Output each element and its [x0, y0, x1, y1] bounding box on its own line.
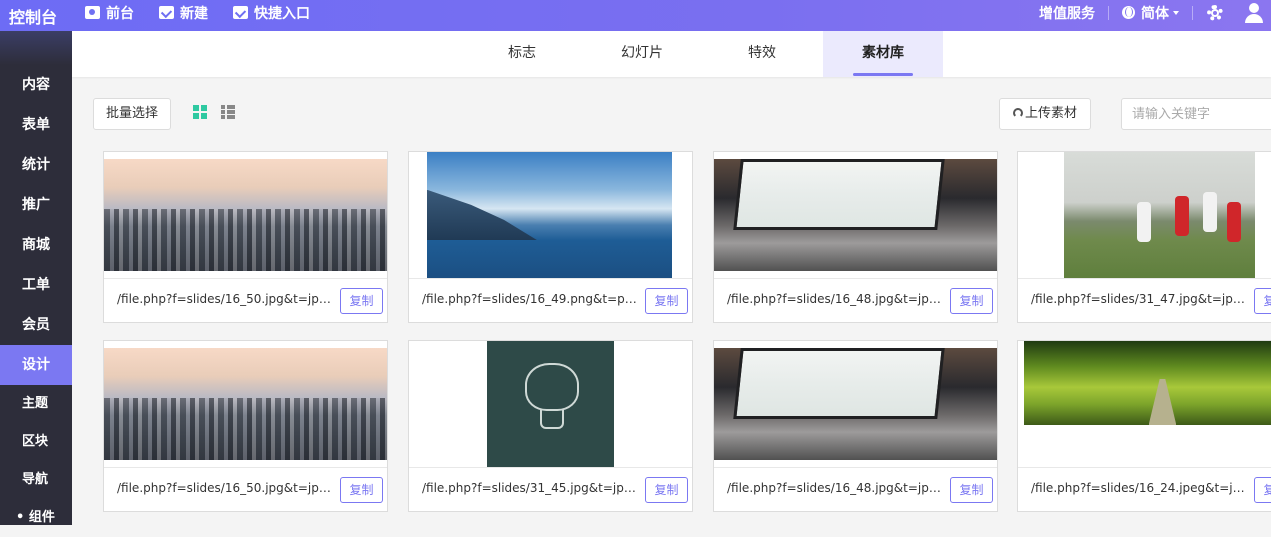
- divider: [104, 467, 387, 468]
- media-thumbnail: [409, 152, 692, 278]
- tab-bar: 标志 幻灯片 特效 素材库: [72, 31, 1271, 77]
- globe-icon: [1122, 6, 1135, 19]
- media-card: /file.php?f=slides/16_50.jpg&t=jpg... 复制: [103, 151, 388, 323]
- top-bar: 控制台 前台 新建 快捷入口 增值服务 简体: [0, 0, 1271, 31]
- sidebar-item-content[interactable]: 内容: [0, 65, 72, 105]
- copy-button[interactable]: 复制: [340, 288, 383, 314]
- check-square-icon: [233, 6, 248, 19]
- media-path: /file.php?f=slides/31_45.jpg&t=jpg...: [422, 481, 637, 495]
- media-card: /file.php?f=slides/16_48.jpg&t=jpg... 复制: [713, 340, 998, 512]
- sidebar-item-shop[interactable]: 商城: [0, 225, 72, 265]
- sidebar-skyline-decoration: [0, 31, 72, 65]
- frontend-label: 前台: [106, 5, 134, 22]
- grid-view-icon[interactable]: [193, 105, 207, 119]
- copy-button[interactable]: 复制: [340, 477, 383, 503]
- media-thumbnail: [104, 152, 387, 278]
- soccer-players-image[interactable]: [1064, 152, 1255, 278]
- batch-select-button[interactable]: 批量选择: [93, 98, 171, 130]
- sidebar-item-tickets[interactable]: 工单: [0, 265, 72, 305]
- sidebar-nav: 内容 表单 统计 推广 商城 工单 会员 设计 主题 区块 导航 • 组件: [0, 65, 72, 537]
- brain-bulb-image[interactable]: [487, 341, 614, 467]
- copy-button[interactable]: 复制: [645, 288, 688, 314]
- lake-castle-image[interactable]: [427, 152, 672, 278]
- media-thumbnail: [714, 341, 997, 467]
- divider: [104, 278, 387, 279]
- frontend-link[interactable]: 前台: [85, 0, 134, 25]
- laptop-dashboard-image[interactable]: [714, 159, 997, 271]
- media-card: /file.php?f=slides/16_24.jpeg&t=jp... 复制: [1017, 340, 1271, 512]
- city-skyline-image[interactable]: [104, 159, 387, 271]
- tab-logo[interactable]: 标志: [462, 31, 582, 77]
- eye-icon: [85, 6, 100, 19]
- media-card: /file.php?f=slides/31_45.jpg&t=jpg... 复制: [408, 340, 693, 512]
- media-card: /file.php?f=slides/16_50.jpg&t=jpg... 复制: [103, 340, 388, 512]
- sidebar-subitem-theme[interactable]: 主题: [0, 385, 72, 423]
- copy-button[interactable]: 复制: [950, 477, 993, 503]
- sidebar: 内容 表单 统计 推广 商城 工单 会员 设计 主题 区块 导航 • 组件: [0, 31, 72, 525]
- new-label: 新建: [180, 5, 208, 22]
- upload-label: 上传素材: [1024, 106, 1077, 121]
- user-icon[interactable]: [1244, 2, 1264, 23]
- shortcut-label: 快捷入口: [254, 5, 310, 22]
- sidebar-item-stats[interactable]: 统计: [0, 145, 72, 185]
- media-path: /file.php?f=slides/31_47.jpg&t=jpg...: [1031, 292, 1246, 306]
- sidebar-subitem-navigation[interactable]: 导航: [0, 461, 72, 499]
- media-thumbnail: [409, 341, 692, 467]
- media-thumbnail: [714, 152, 997, 278]
- media-card: /file.php?f=slides/16_48.jpg&t=jpg... 复制: [713, 151, 998, 323]
- sidebar-subitem-components[interactable]: • 组件: [0, 499, 72, 537]
- divider: [1108, 5, 1109, 20]
- sidebar-item-promotion[interactable]: 推广: [0, 185, 72, 225]
- copy-button[interactable]: 复制: [1254, 477, 1271, 503]
- upload-button[interactable]: 上传素材: [999, 98, 1091, 130]
- language-selector[interactable]: 简体: [1141, 3, 1169, 23]
- sidebar-item-forms[interactable]: 表单: [0, 105, 72, 145]
- list-view-icon[interactable]: [221, 105, 235, 119]
- divider: [714, 467, 997, 468]
- media-path: /file.php?f=slides/16_49.png&t=pn...: [422, 292, 637, 306]
- copy-button[interactable]: 复制: [1254, 288, 1271, 314]
- tree-tunnel-image[interactable]: [1024, 341, 1271, 425]
- search-input[interactable]: [1121, 98, 1271, 130]
- tab-slides[interactable]: 幻灯片: [582, 31, 702, 77]
- chevron-down-icon: [1173, 10, 1179, 15]
- media-thumbnail: [1018, 341, 1271, 467]
- sidebar-subitem-blocks[interactable]: 区块: [0, 423, 72, 461]
- value-added-services-link[interactable]: 增值服务: [1039, 3, 1095, 23]
- media-card: /file.php?f=slides/16_49.png&t=pn... 复制: [408, 151, 693, 323]
- upload-icon: [1012, 108, 1023, 118]
- divider: [1018, 278, 1271, 279]
- copy-button[interactable]: 复制: [950, 288, 993, 314]
- sidebar-item-members[interactable]: 会员: [0, 305, 72, 345]
- city-skyline-image[interactable]: [104, 348, 387, 460]
- sidebar-item-design[interactable]: 设计: [0, 345, 72, 385]
- top-right-actions: 增值服务 简体: [1039, 0, 1271, 25]
- divider: [1018, 467, 1271, 468]
- check-square-icon: [159, 6, 174, 19]
- divider: [409, 467, 692, 468]
- new-dropdown[interactable]: 新建: [159, 0, 208, 25]
- tab-effects[interactable]: 特效: [702, 31, 822, 77]
- divider: [714, 278, 997, 279]
- top-nav: 前台 新建 快捷入口: [85, 0, 310, 25]
- media-path: /file.php?f=slides/16_48.jpg&t=jpg...: [727, 292, 942, 306]
- media-path: /file.php?f=slides/16_48.jpg&t=jpg...: [727, 481, 942, 495]
- media-path: /file.php?f=slides/16_24.jpeg&t=jp...: [1031, 481, 1246, 495]
- shortcut-dropdown[interactable]: 快捷入口: [233, 0, 310, 25]
- media-path: /file.php?f=slides/16_50.jpg&t=jpg...: [117, 292, 332, 306]
- media-thumbnail: [104, 341, 387, 467]
- divider: [409, 278, 692, 279]
- gear-icon[interactable]: [1206, 4, 1224, 22]
- app-logo[interactable]: 控制台: [0, 0, 72, 31]
- divider: [1192, 5, 1193, 20]
- tab-media-library[interactable]: 素材库: [823, 31, 943, 77]
- media-thumbnail: [1018, 152, 1271, 278]
- media-path: /file.php?f=slides/16_50.jpg&t=jpg...: [117, 481, 332, 495]
- media-card: /file.php?f=slides/31_47.jpg&t=jpg... 复制: [1017, 151, 1271, 323]
- copy-button[interactable]: 复制: [645, 477, 688, 503]
- laptop-dashboard-image[interactable]: [714, 348, 997, 460]
